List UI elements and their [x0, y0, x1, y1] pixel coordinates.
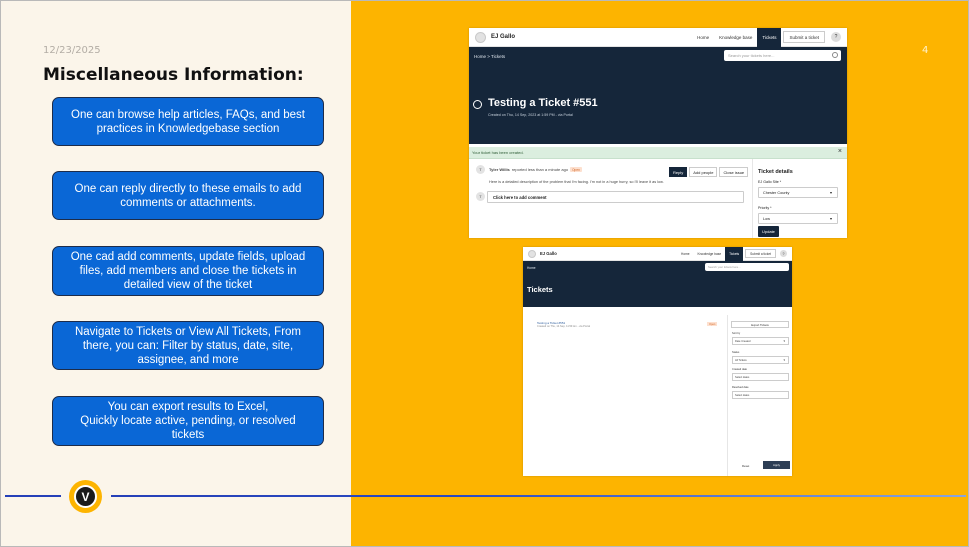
status-badge: Open	[570, 167, 582, 172]
site-select[interactable]: Chester County ▾	[758, 187, 838, 198]
nav-links: Home Knowledge base Tickets Submit a tic…	[692, 28, 841, 47]
tickets-header: Home Search your tickets here... Tickets	[523, 261, 792, 307]
created-date-label: Created date	[732, 368, 747, 371]
details-title: Ticket details	[758, 169, 793, 175]
resolved-date-label: Resolved date	[732, 386, 749, 389]
help-icon[interactable]: ?	[831, 32, 841, 42]
info-card-email-reply: One can reply directly to these emails t…	[52, 171, 324, 220]
created-date-value: Select dates	[735, 375, 750, 379]
search-placeholder: Search your tickets here...	[708, 265, 741, 269]
top-nav: EJ Gallo Home Knowledge base Tickets Sub…	[469, 28, 847, 47]
brand-logo: V	[69, 480, 102, 513]
nav-home[interactable]: Home	[692, 28, 714, 47]
status-select[interactable]: All Tickets ▾	[732, 356, 789, 364]
brand-name: EJ Gallo	[540, 251, 557, 256]
chevron-down-icon: ▾	[829, 216, 832, 221]
chevron-down-icon: ▾	[783, 358, 785, 362]
breadcrumb[interactable]: Home > Tickets	[474, 54, 505, 59]
info-card-detailed-view: One cad add comments, update fields, upl…	[52, 246, 324, 296]
page-title: Tickets	[527, 285, 553, 294]
reply-button[interactable]: Reply	[669, 167, 688, 177]
search-input[interactable]: Search your tickets here...	[705, 263, 789, 271]
nav-submit-ticket[interactable]: Submit a ticket	[783, 31, 825, 43]
nav-links: Home Knowledge base Tickets Submit a tic…	[677, 247, 787, 261]
site-label: EJ Gallo Site *	[758, 180, 782, 184]
resolved-date-field[interactable]: Select dates	[732, 391, 789, 399]
nav-home[interactable]: Home	[677, 247, 694, 261]
brand-logo-icon	[475, 31, 486, 43]
ticket-created: Created on Thu, 14 Sep, 2023 at 1:59 PM …	[488, 113, 573, 117]
reporter-name: Tyler Willis	[489, 167, 510, 172]
priority-select[interactable]: Low ▾	[758, 213, 838, 224]
alert-text: Your ticket has been created.	[472, 150, 524, 155]
reporter-avatar: T	[476, 165, 485, 174]
divider-line-right	[111, 495, 966, 497]
brand-name: EJ Gallo	[491, 34, 516, 40]
info-card-knowledgebase: One can browse help articles, FAQs, and …	[52, 97, 324, 146]
add-people-button[interactable]: Add people	[689, 167, 718, 177]
logo-v-icon: V	[74, 485, 97, 508]
created-date-field[interactable]: Select dates	[732, 373, 789, 381]
slide: 12/23/2025 Miscellaneous Information: On…	[0, 0, 969, 547]
ticket-meta: Created on Thu, 14 Sep, 11:59 Am - via P…	[537, 325, 590, 328]
nav-submit-ticket[interactable]: Submit a ticket	[745, 249, 776, 258]
apply-button[interactable]: Apply	[763, 461, 790, 469]
search-icon[interactable]	[832, 52, 838, 58]
ticket-actions: Reply Add people Close issue	[669, 167, 749, 177]
slide-title: Miscellaneous Information:	[43, 65, 304, 85]
ticket-detail-screenshot: EJ Gallo Home Knowledge base Tickets Sub…	[469, 28, 847, 238]
left-panel: 12/23/2025 Miscellaneous Information: On…	[1, 1, 351, 546]
status-value: All Tickets	[735, 358, 747, 362]
priority-value: Low	[763, 216, 770, 221]
page-number: 4	[922, 45, 929, 56]
export-tickets-button[interactable]: Export Tickets	[731, 321, 789, 328]
reported-time: reported less than a minute ago	[511, 167, 569, 172]
filters-panel: Export Tickets Sort by Date Created ▾ St…	[727, 315, 792, 476]
success-alert: Your ticket has been created. ×	[469, 147, 847, 159]
top-nav: EJ Gallo Home Knowledge base Tickets Sub…	[523, 247, 792, 261]
sort-label: Sort by	[732, 332, 741, 335]
close-icon[interactable]: ×	[838, 148, 842, 155]
ticket-header: Home > Tickets Search your tickets here.…	[469, 47, 847, 144]
info-card-export: You can export results to Excel, Quickly…	[52, 396, 324, 446]
sort-value: Date Created	[735, 339, 751, 343]
tickets-main: Testing a Ticket #551 Created on Thu, 14…	[523, 307, 792, 476]
commenter-avatar: T	[476, 192, 485, 201]
slide-date: 12/23/2025	[43, 45, 101, 56]
close-issue-button[interactable]: Close issue	[719, 167, 749, 177]
sort-select[interactable]: Date Created ▾	[732, 337, 789, 345]
resolved-date-value: Select dates	[735, 393, 750, 397]
nav-knowledge-base[interactable]: Knowledge base	[714, 28, 757, 47]
update-button[interactable]: Update	[758, 226, 779, 237]
reset-button[interactable]: Reset	[742, 464, 749, 468]
divider-line-left	[5, 495, 61, 497]
search-placeholder: Search your tickets here...	[728, 53, 775, 58]
site-value: Chester County	[763, 190, 790, 195]
help-icon[interactable]: ?	[780, 250, 787, 257]
ticket-body: T Tyler Willis reported less than a minu…	[469, 159, 847, 238]
add-comment-field[interactable]: Click here to add comment	[487, 191, 744, 203]
tickets-list-screenshot: EJ Gallo Home Knowledge base Tickets Sub…	[523, 247, 792, 476]
chevron-down-icon: ▾	[829, 190, 832, 195]
status-badge: Open	[707, 322, 718, 326]
ticket-details-panel: Ticket details EJ Gallo Site * Chester C…	[752, 159, 847, 238]
reporter-meta: Tyler Willis reported less than a minute…	[489, 167, 582, 172]
globe-icon	[473, 100, 482, 109]
nav-knowledge-base[interactable]: Knowledge base	[694, 247, 726, 261]
status-label: Status	[732, 351, 740, 354]
ticket-title: Testing a Ticket #551	[488, 97, 598, 109]
search-input[interactable]: Search your tickets here...	[724, 50, 841, 61]
chevron-down-icon: ▾	[783, 339, 785, 343]
nav-tickets[interactable]: Tickets	[757, 28, 782, 47]
brand-logo-icon	[528, 249, 536, 258]
priority-label: Priority *	[758, 206, 772, 210]
nav-tickets[interactable]: Tickets	[725, 247, 744, 261]
ticket-description: Here is a detailed description of the pr…	[489, 180, 664, 184]
breadcrumb[interactable]: Home	[527, 266, 536, 270]
info-card-navigate-tickets: Navigate to Tickets or View All Tickets,…	[52, 321, 324, 370]
